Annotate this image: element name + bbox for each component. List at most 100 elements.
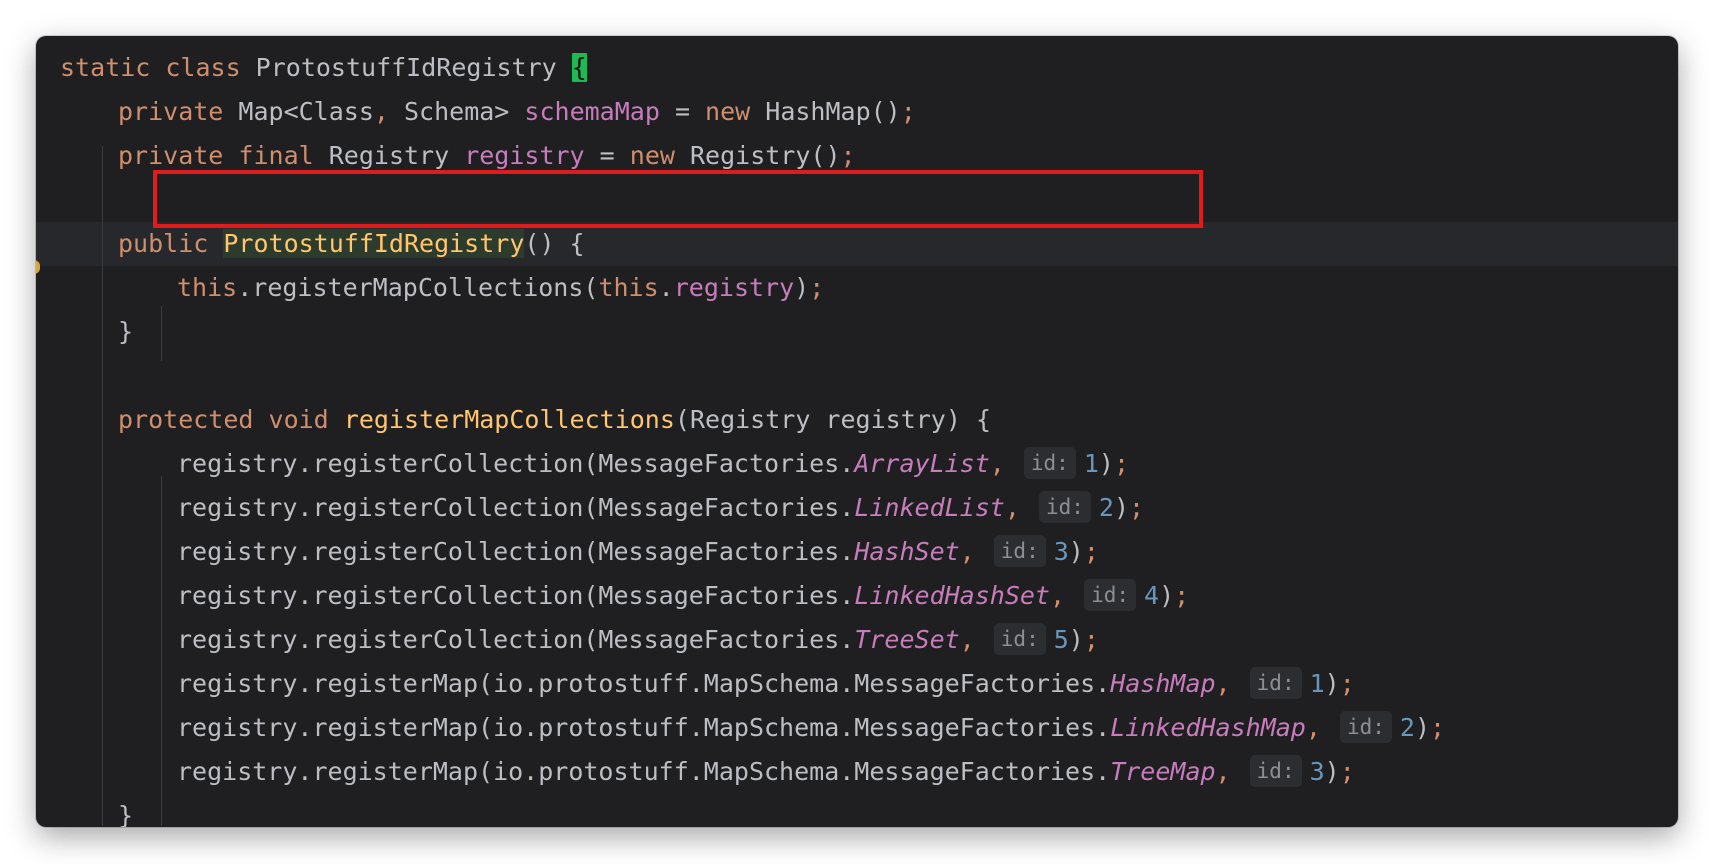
code-token: , — [1215, 669, 1246, 698]
code-token: registry.registerCollection(MessageFacto… — [177, 449, 855, 478]
code-line[interactable]: registry.registerCollection(MessageFacto… — [36, 442, 1678, 486]
code-token: ) — [1068, 537, 1084, 566]
code-token: LinkedHashMap — [1110, 713, 1306, 742]
code-token: static — [60, 53, 166, 82]
code-editor-window: static class ProtostuffIdRegistry {priva… — [36, 36, 1678, 827]
code-token: = — [584, 141, 630, 170]
code-line[interactable]: registry.registerCollection(MessageFacto… — [36, 574, 1678, 618]
code-token: ) — [1159, 581, 1175, 610]
code-token: . — [658, 273, 674, 302]
code-line-content: protected void registerMapCollections(Re… — [118, 398, 991, 442]
code-line-content: registry.registerCollection(MessageFacto… — [177, 618, 1099, 662]
code-line-content: } — [118, 794, 133, 827]
indent-guide — [161, 476, 162, 826]
parameter-hint: id: — [993, 623, 1046, 655]
code-token: ; — [1083, 537, 1099, 566]
code-line-content: this.registerMapCollections(this.registr… — [177, 266, 824, 310]
code-token: this — [177, 273, 238, 302]
code-token: registry.registerCollection(MessageFacto… — [177, 581, 855, 610]
code-line[interactable]: protected void registerMapCollections(Re… — [36, 398, 1678, 442]
code-token: registry.registerMap(io.protostuff.MapSc… — [177, 757, 1111, 786]
red-highlight-box — [153, 170, 1203, 228]
code-token: this — [598, 273, 659, 302]
code-token: LinkedHashSet — [854, 581, 1050, 610]
code-token: TreeSet — [854, 625, 960, 654]
code-token: , — [959, 537, 990, 566]
code-token: , — [1215, 757, 1246, 786]
code-token: ; — [1174, 581, 1190, 610]
code-line[interactable]: registry.registerCollection(MessageFacto… — [36, 618, 1678, 662]
code-token: 4 — [1144, 581, 1160, 610]
code-line-content: registry.registerMap(io.protostuff.MapSc… — [177, 662, 1355, 706]
code-token: private — [118, 97, 239, 126]
code-token: LinkedList — [854, 493, 1005, 522]
code-line[interactable]: private Map<Class, Schema> schemaMap = n… — [36, 90, 1678, 134]
code-line[interactable]: } — [36, 794, 1678, 827]
code-token: ) — [794, 273, 810, 302]
code-line[interactable]: public ProtostuffIdRegistry() { — [36, 222, 1678, 266]
code-token: ) — [1113, 493, 1129, 522]
code-token: ; — [1339, 669, 1355, 698]
code-token: ; — [1113, 449, 1130, 478]
code-token: registry — [673, 273, 795, 302]
code-line[interactable]: registry.registerCollection(MessageFacto… — [36, 530, 1678, 574]
code-line-content: registry.registerCollection(MessageFacto… — [177, 442, 1129, 486]
code-token: registry.registerMap(io.protostuff.MapSc… — [177, 713, 1111, 742]
code-token: registry.registerCollection(MessageFacto… — [177, 625, 855, 654]
code-token: HashMap() — [765, 97, 901, 126]
code-token: Registry() — [690, 141, 841, 170]
code-token: ; — [1129, 493, 1145, 522]
code-line[interactable]: } — [36, 310, 1678, 354]
code-token: 3 — [1309, 757, 1325, 786]
code-line-content: static class ProtostuffIdRegistry { — [60, 46, 587, 90]
code-line[interactable]: registry.registerCollection(MessageFacto… — [36, 486, 1678, 530]
code-token: void — [268, 405, 344, 434]
code-token: registry.registerMap(io.protostuff.MapSc… — [177, 669, 1111, 698]
code-line[interactable]: static class ProtostuffIdRegistry { — [36, 46, 1678, 90]
code-token: ; — [1083, 625, 1099, 654]
code-token: } — [118, 317, 134, 346]
parameter-hint: id: — [1249, 667, 1302, 699]
code-token: , — [373, 97, 404, 126]
code-line[interactable]: registry.registerMap(io.protostuff.MapSc… — [36, 662, 1678, 706]
code-token: registry — [464, 141, 585, 170]
code-line-content: registry.registerMap(io.protostuff.MapSc… — [177, 750, 1355, 794]
code-token: ) — [1324, 669, 1340, 698]
code-token: class — [165, 53, 256, 82]
code-token: TreeMap — [1110, 757, 1216, 786]
code-line-content: registry.registerMap(io.protostuff.MapSc… — [177, 706, 1445, 750]
code-line[interactable]: this.registerMapCollections(this.registr… — [36, 266, 1678, 310]
code-token: 5 — [1053, 625, 1069, 654]
code-token: final — [238, 141, 329, 170]
code-token: , — [989, 449, 1020, 478]
code-line-content: registry.registerCollection(MessageFacto… — [177, 486, 1144, 530]
code-token: { — [571, 53, 587, 82]
code-line[interactable]: registry.registerMap(io.protostuff.MapSc… — [36, 750, 1678, 794]
code-line[interactable]: registry.registerMap(io.protostuff.MapSc… — [36, 706, 1678, 750]
code-token: ProtostuffIdRegistry — [223, 229, 525, 258]
code-token: .registerMapCollections( — [237, 273, 599, 302]
code-line[interactable] — [36, 354, 1678, 398]
code-token: schemaMap — [524, 97, 660, 126]
parameter-hint: id: — [1339, 711, 1392, 743]
code-token: ; — [1339, 757, 1355, 786]
code-token: registry.registerCollection(MessageFacto… — [177, 537, 855, 566]
code-token: , — [1049, 581, 1081, 610]
parameter-hint: id: — [1084, 579, 1137, 611]
code-token: , — [959, 625, 990, 654]
code-line-content: } — [118, 310, 133, 354]
code-token: ; — [1430, 713, 1446, 742]
code-token: registry.registerCollection(MessageFacto… — [177, 493, 855, 522]
code-token: Map<Class — [238, 97, 374, 126]
code-token: 2 — [1098, 493, 1114, 522]
code-token: ) — [1098, 449, 1114, 478]
indent-guide — [161, 306, 162, 361]
code-token: , — [1004, 493, 1035, 522]
code-token: 2 — [1399, 713, 1415, 742]
code-token: 1 — [1309, 669, 1325, 698]
parameter-hint: id: — [1249, 755, 1302, 787]
code-token: ; — [809, 273, 825, 302]
code-token: 3 — [1053, 537, 1069, 566]
code-token: new — [629, 141, 690, 170]
code-token: ) — [1324, 757, 1340, 786]
